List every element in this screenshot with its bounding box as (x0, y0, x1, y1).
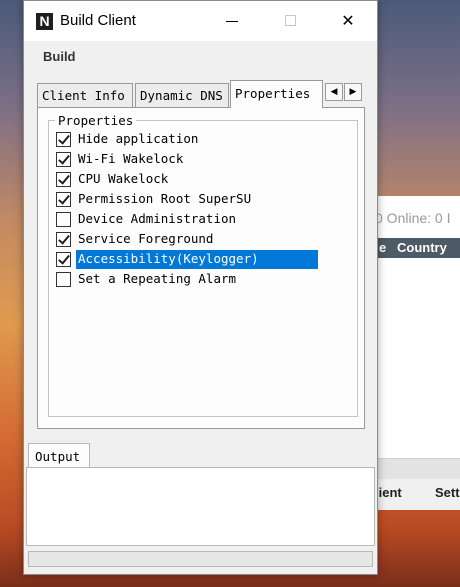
option-label: Service Foreground (78, 231, 214, 246)
tab-scroll-left-icon[interactable]: ◀ (325, 83, 343, 101)
window-title: Build Client (60, 12, 136, 29)
option-row[interactable]: Device Administration (56, 210, 320, 229)
app-logo-icon: N (36, 13, 53, 30)
online-count-text: 0 Online: 0 I (375, 210, 451, 226)
close-icon: ✕ (341, 11, 355, 30)
maximize-button[interactable] (275, 9, 305, 33)
option-row[interactable]: Set a Repeating Alarm (56, 270, 320, 289)
option-label: Device Administration (78, 211, 237, 226)
group-title: Properties (55, 113, 137, 128)
menu-item-build[interactable]: Build (43, 49, 76, 64)
option-row[interactable]: CPU Wakelock (56, 170, 320, 189)
progress-bar (28, 551, 373, 567)
tab-client-info[interactable]: Client Info (37, 83, 133, 107)
column-header-partial[interactable]: e (379, 240, 386, 255)
column-header-country[interactable]: Country (397, 240, 447, 255)
minimize-button[interactable] (217, 9, 247, 33)
option-label: Wi-Fi Wakelock (78, 151, 184, 166)
checkbox-unchecked[interactable] (56, 212, 71, 227)
tab-client-partial[interactable]: lient (375, 485, 402, 500)
output-textarea[interactable] (26, 467, 375, 546)
checkbox-checked[interactable] (56, 152, 71, 167)
tab-scroll-right-icon[interactable]: ▶ (344, 83, 362, 101)
menu-bar: Build (24, 41, 377, 69)
checkbox-unchecked[interactable] (56, 272, 71, 287)
tab-output[interactable]: Output (28, 443, 90, 468)
title-bar[interactable]: N Build Client ✕ (24, 1, 377, 41)
tab-properties[interactable]: Properties (230, 80, 323, 108)
option-label: CPU Wakelock (78, 171, 169, 186)
option-row[interactable]: Wi-Fi Wakelock (56, 150, 320, 169)
minimize-icon (226, 21, 238, 22)
option-label: Hide application (78, 131, 199, 146)
properties-group-box: Properties Hide application Wi-Fi Wakeloc… (48, 113, 358, 417)
option-row[interactable]: Service Foreground (56, 230, 320, 249)
close-button[interactable]: ✕ (333, 9, 363, 33)
checkbox-checked[interactable] (56, 192, 71, 207)
checkbox-checked[interactable] (56, 252, 71, 267)
tab-settings-partial[interactable]: Sett (435, 485, 460, 500)
option-label: Set a Repeating Alarm (78, 271, 237, 286)
option-row[interactable]: Permission Root SuperSU (56, 190, 320, 209)
checkbox-checked[interactable] (56, 132, 71, 147)
checkbox-checked[interactable] (56, 232, 71, 247)
option-row[interactable]: Accessibility(Keylogger) (56, 250, 320, 269)
option-label: Accessibility(Keylogger) (76, 250, 318, 269)
maximize-icon (284, 15, 296, 26)
properties-tab-panel: Properties Hide application Wi-Fi Wakeloc… (37, 107, 365, 429)
checkbox-checked[interactable] (56, 172, 71, 187)
build-client-dialog: N Build Client ✕ Build Client Info Dynam… (23, 0, 378, 575)
option-label: Permission Root SuperSU (78, 191, 252, 206)
tab-dynamic-dns[interactable]: Dynamic DNS (135, 83, 229, 107)
option-row[interactable]: Hide application (56, 130, 320, 149)
